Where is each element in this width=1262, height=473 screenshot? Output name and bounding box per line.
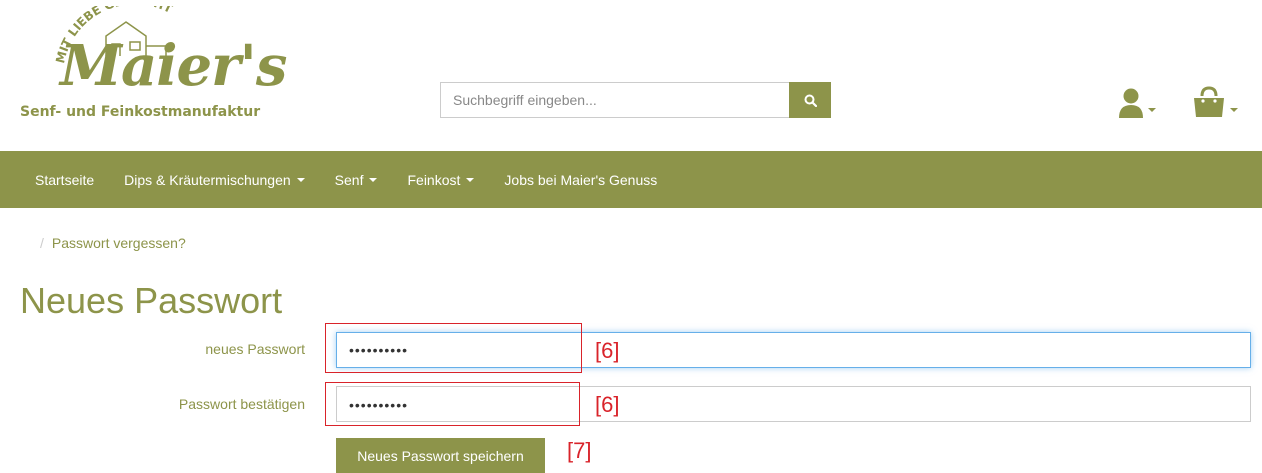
breadcrumb-current[interactable]: Passwort vergessen? [52, 235, 186, 251]
breadcrumb: / Passwort vergessen? [40, 235, 186, 251]
annotation-box-new-password [325, 323, 582, 373]
search-input[interactable] [440, 82, 789, 118]
annotation-label-submit: [7] [567, 438, 592, 463]
chevron-down-icon [369, 177, 378, 182]
logo-subtitle: Senf- und Feinkostmanufaktur [20, 104, 261, 120]
nav-item-feinkost[interactable]: Feinkost [392, 151, 489, 208]
chevron-down-icon [1148, 108, 1156, 112]
annotation-label-new-password: [6] [595, 338, 620, 363]
page-title: Neues Passwort [20, 280, 283, 321]
main-navigation: Startseite Dips & Kräutermischungen Senf… [0, 151, 1262, 208]
brand-logo[interactable]: MIT LIEBE GEMACHT Maier's Senf- und Fein… [16, 6, 287, 124]
nav-item-label: Startseite [35, 171, 95, 188]
chevron-down-icon [1230, 108, 1238, 112]
chevron-down-icon [466, 177, 475, 182]
nav-item-dips[interactable]: Dips & Kräutermischungen [109, 151, 320, 208]
user-icon [1119, 88, 1143, 118]
shopping-bag-icon [1194, 86, 1224, 117]
cart-menu-toggle[interactable] [1192, 86, 1238, 118]
confirm-password-label: Passwort bestätigen [178, 396, 305, 412]
chevron-down-icon [296, 177, 305, 182]
search-button[interactable] [789, 82, 831, 118]
search-bar [440, 82, 831, 118]
breadcrumb-separator: / [40, 235, 44, 251]
new-password-label: neues Passwort [205, 341, 305, 357]
nav-item-label: Senf [334, 171, 364, 188]
save-password-button[interactable]: Neues Passwort speichern [336, 438, 545, 473]
annotation-box-confirm-password [325, 382, 580, 426]
nav-item-jobs[interactable]: Jobs bei Maier's Genuss [489, 151, 672, 208]
nav-item-label: Feinkost [407, 171, 461, 188]
nav-item-startseite[interactable]: Startseite [20, 151, 109, 208]
nav-item-label: Jobs bei Maier's Genuss [504, 171, 658, 188]
nav-item-label: Dips & Kräutermischungen [124, 171, 291, 188]
nav-item-senf[interactable]: Senf [320, 151, 393, 208]
user-menu-toggle[interactable] [1118, 88, 1156, 118]
annotation-label-confirm-password: [6] [595, 392, 620, 417]
search-icon [804, 94, 817, 107]
logo-script-name: Maier's [60, 33, 287, 99]
